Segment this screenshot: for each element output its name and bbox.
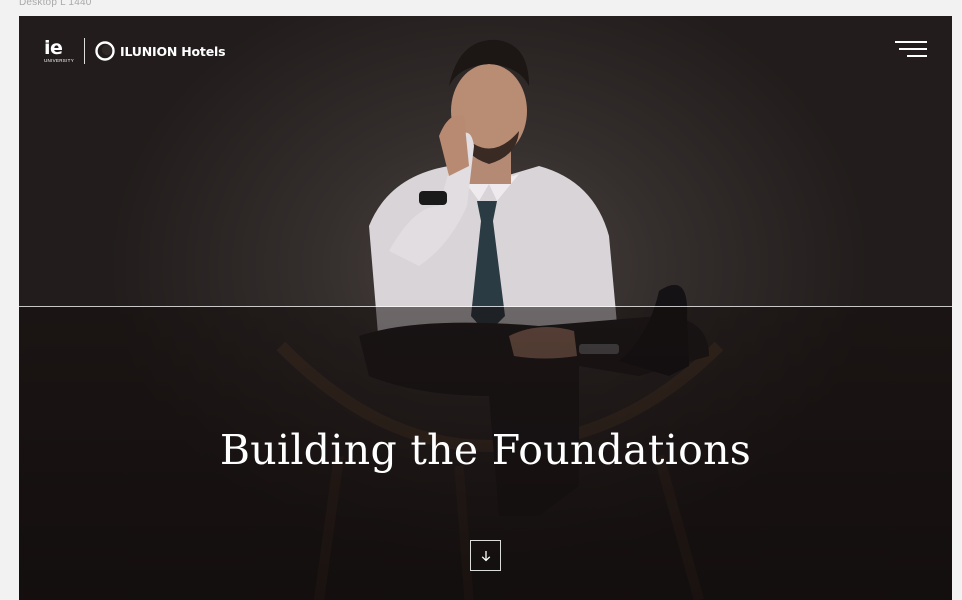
ilunion-circle-icon: [95, 41, 115, 61]
arrow-down-icon: [481, 550, 490, 561]
scroll-down-button[interactable]: [470, 540, 501, 571]
hero-divider: [19, 306, 952, 307]
frame-label: Desktop L 1440: [19, 0, 92, 8]
hamburger-menu-icon[interactable]: [895, 39, 927, 61]
ilunion-name: ILUNION Hotels: [120, 43, 226, 59]
header-logos[interactable]: ie UNIVERSITY ILUNION Hotels: [44, 36, 226, 66]
hero-section: ie UNIVERSITY ILUNION Hotels Building th…: [19, 16, 952, 600]
ie-logo-sub: UNIVERSITY: [44, 57, 75, 63]
hero-title: Building the Foundations: [219, 426, 752, 474]
logo-separator: [84, 38, 86, 64]
ie-logo-mark: ie: [44, 36, 63, 59]
ilunion-hotels-logo[interactable]: ILUNION Hotels: [95, 41, 226, 61]
ie-university-logo[interactable]: ie UNIVERSITY: [44, 36, 75, 64]
